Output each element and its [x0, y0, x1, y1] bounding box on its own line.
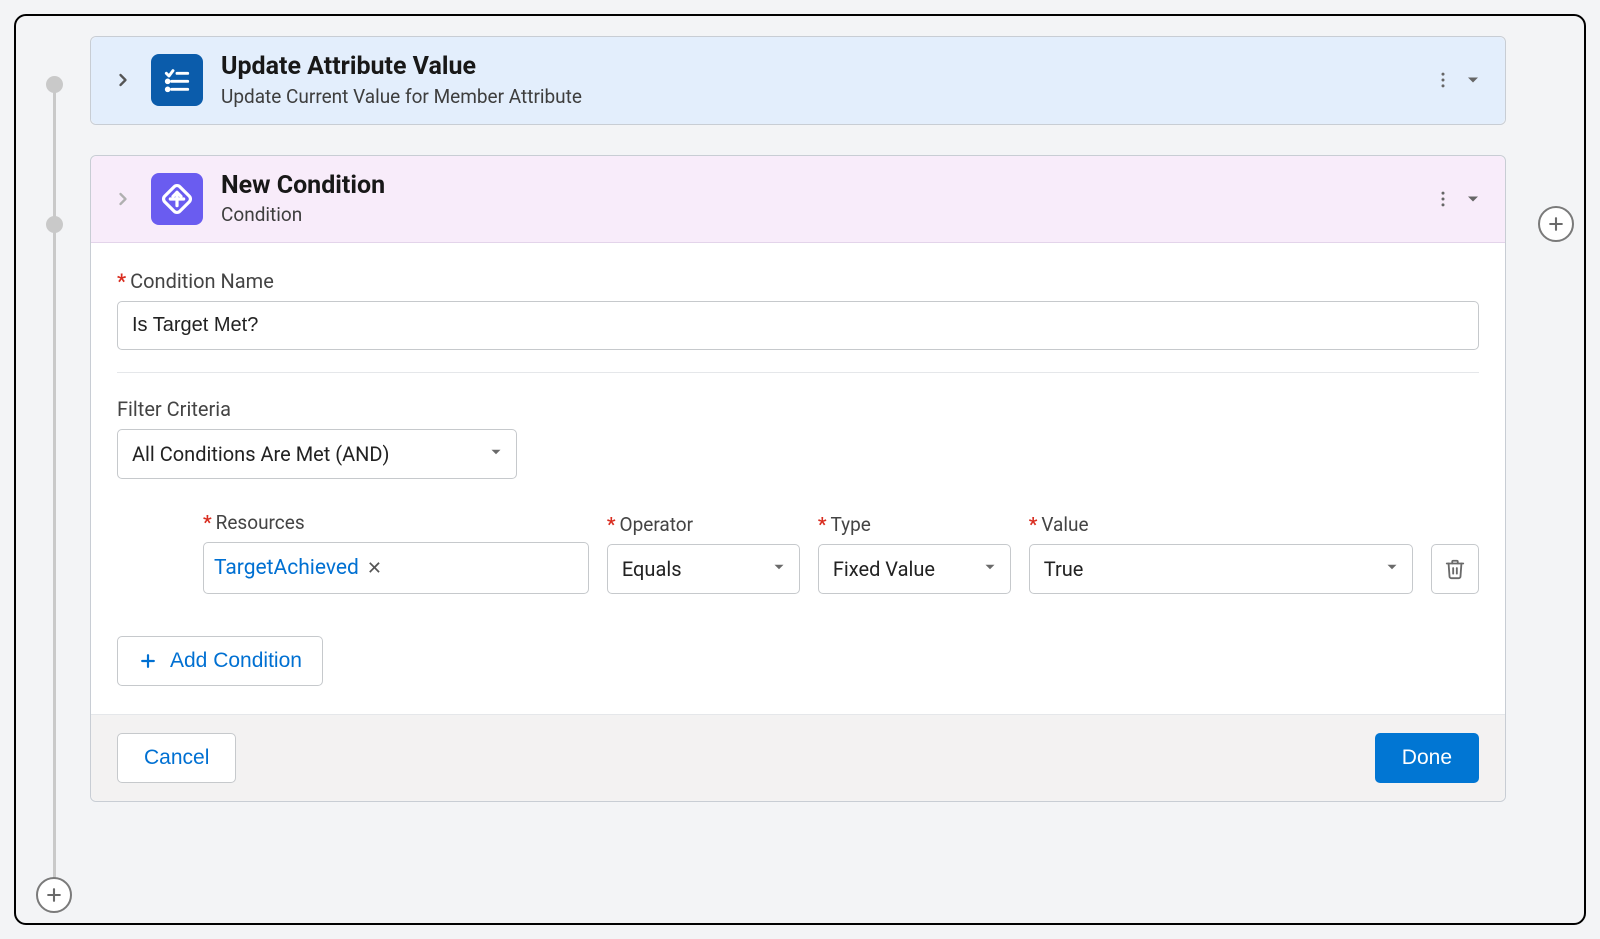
- step-subtitle: Update Current Value for Member Attribut…: [221, 85, 582, 108]
- value-select[interactable]: True: [1029, 544, 1413, 594]
- add-condition-button[interactable]: Add Condition: [117, 636, 323, 686]
- condition-editor-body: Condition Name Filter Criteria All Condi…: [91, 243, 1505, 714]
- step-card-update-attribute: Update Attribute Value Update Current Va…: [90, 36, 1506, 125]
- add-step-right-button[interactable]: [1538, 206, 1574, 242]
- delete-row-button[interactable]: [1431, 544, 1479, 594]
- operator-label: Operator: [607, 513, 800, 536]
- condition-name-input[interactable]: [117, 301, 1479, 350]
- type-label: Type: [818, 513, 1011, 536]
- step-card-header: New Condition Condition: [91, 156, 1505, 244]
- step-menu-button[interactable]: [1433, 70, 1483, 90]
- add-condition-label: Add Condition: [170, 649, 302, 673]
- value-label: Value: [1029, 513, 1413, 536]
- cancel-button[interactable]: Cancel: [117, 733, 236, 783]
- flow-canvas: Update Attribute Value Update Current Va…: [14, 14, 1586, 925]
- resources-input[interactable]: TargetAchieved ✕: [203, 542, 589, 594]
- caret-down-icon: [1463, 189, 1483, 209]
- timeline-node-1: [46, 76, 63, 93]
- type-select[interactable]: Fixed Value: [818, 544, 1011, 594]
- timeline-node-2: [46, 216, 63, 233]
- step-menu-button[interactable]: [1433, 189, 1483, 209]
- step-title: New Condition: [221, 172, 385, 200]
- expand-toggle[interactable]: [113, 189, 133, 209]
- plus-icon: [138, 651, 158, 671]
- step-card-header: Update Attribute Value Update Current Va…: [91, 37, 1505, 124]
- condition-footer: Cancel Done: [91, 714, 1505, 801]
- more-vertical-icon: [1433, 70, 1453, 90]
- caret-down-icon: [1463, 70, 1483, 90]
- add-step-bottom-button[interactable]: [36, 877, 72, 913]
- trash-icon: [1444, 558, 1466, 580]
- resources-label: Resources: [203, 511, 589, 534]
- more-vertical-icon: [1433, 189, 1453, 209]
- filter-criteria-label: Filter Criteria: [117, 397, 1479, 421]
- operator-select[interactable]: Equals: [607, 544, 800, 594]
- timeline-line: [53, 84, 56, 879]
- remove-resource-button[interactable]: ✕: [367, 558, 382, 579]
- divider: [117, 372, 1479, 373]
- checklist-icon: [151, 54, 203, 106]
- branch-icon: [151, 173, 203, 225]
- step-title: Update Attribute Value: [221, 53, 582, 81]
- step-subtitle: Condition: [221, 203, 385, 226]
- condition-row: Resources TargetAchieved ✕ Operator Equa…: [203, 511, 1479, 594]
- resource-pill-label: TargetAchieved: [214, 556, 359, 580]
- filter-criteria-select[interactable]: All Conditions Are Met (AND): [117, 429, 517, 479]
- expand-toggle[interactable]: [113, 70, 133, 90]
- condition-name-label: Condition Name: [117, 269, 1479, 293]
- step-card-new-condition: New Condition Condition Condition Name F…: [90, 155, 1506, 803]
- done-button[interactable]: Done: [1375, 733, 1479, 783]
